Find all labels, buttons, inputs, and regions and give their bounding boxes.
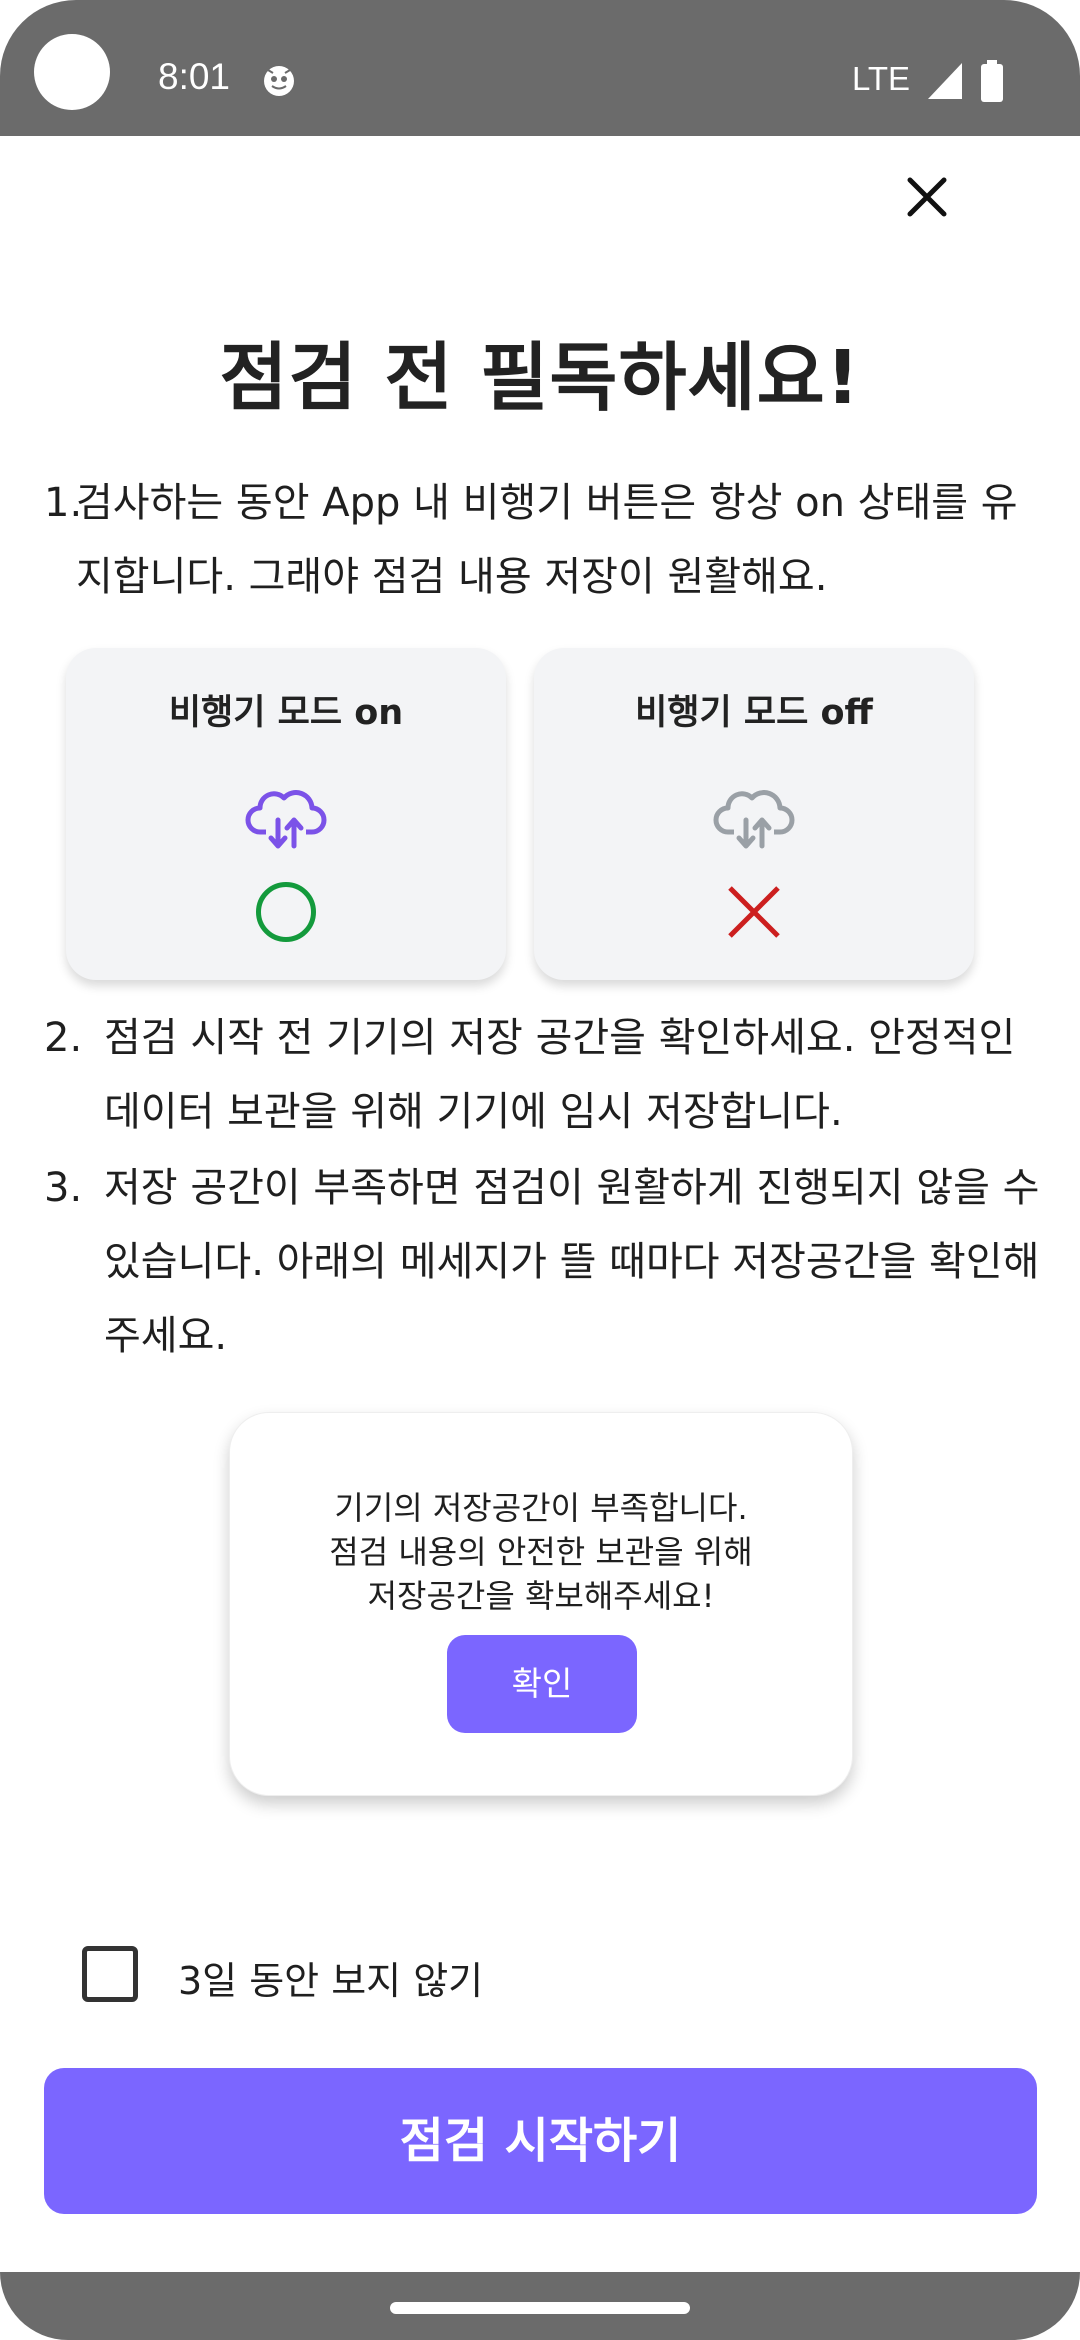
notice-text: 저장 공간이 부족하면 점검이 원활하게 진행되지 않을 수 있습니다. 아래의… <box>104 1165 1040 1359</box>
dialog-confirm-button[interactable]: 확인 <box>447 1635 637 1733</box>
home-indicator[interactable] <box>390 2302 690 2314</box>
cloud-sync-icon <box>713 790 795 849</box>
airplane-mode-on-card: 비행기 모드 on <box>66 648 506 980</box>
status-bar: 8:01 LTE <box>0 0 1080 136</box>
circle-check-icon <box>256 882 316 942</box>
page-title: 점검 전 필독하세요! <box>219 335 861 421</box>
dialog-message-line: 점검 내용의 안전한 보관을 위해 <box>329 1533 753 1571</box>
notice-text: 점검 시작 전 기기의 저장 공간을 확인하세요. 안정적인 데이터 보관을 위… <box>104 1015 1016 1135</box>
camera-cutout <box>34 34 110 110</box>
dont-show-label: 3일 동안 보지 않기 <box>178 1959 484 2003</box>
status-time: 8:01 <box>158 56 231 97</box>
close-icon[interactable] <box>900 170 954 224</box>
start-inspection-button[interactable]: 점검 시작하기 <box>44 2068 1037 2214</box>
notice-item-2: 2. 점검 시작 전 기기의 저장 공간을 확인하세요. 안정적인 데이터 보관… <box>44 1001 1044 1149</box>
sample-storage-warning-dialog: 기기의 저장공간이 부족합니다. 점검 내용의 안전한 보관을 위해 저장공간을… <box>229 1412 853 1796</box>
dont-show-3-days-option[interactable]: 3일 동안 보지 않기 <box>82 1944 682 2004</box>
notice-item-1: 1. 검사하는 동안 App 내 비행기 버튼은 항상 on 상태를 유지합니다… <box>44 466 1044 614</box>
notice-text: 검사하는 동안 App 내 비행기 버튼은 항상 on 상태를 유지합니다. 그… <box>76 480 1018 600</box>
cloud-sync-icon <box>245 790 327 849</box>
x-mark-icon <box>728 886 780 938</box>
airplane-mode-off-card: 비행기 모드 off <box>534 648 974 980</box>
notice-number: 1. <box>44 480 83 526</box>
notice-number: 2. <box>44 1015 83 1061</box>
card-title: 비행기 모드 on <box>168 693 404 733</box>
notice-number: 3. <box>44 1165 83 1211</box>
dialog-message-line: 기기의 저장공간이 부족합니다. <box>334 1489 748 1527</box>
card-title: 비행기 모드 off <box>635 693 873 733</box>
battery-icon <box>981 60 1003 102</box>
dialog-message-line: 저장공간을 확보해주세요! <box>367 1577 715 1615</box>
signal-icon <box>928 63 962 99</box>
app-notification-icon <box>264 66 294 96</box>
notice-item-3: 3. 저장 공간이 부족하면 점검이 원활하게 진행되지 않을 수 있습니다. … <box>44 1151 1044 1373</box>
navigation-bar <box>0 2272 1080 2340</box>
network-type: LTE <box>852 60 911 97</box>
dont-show-checkbox[interactable] <box>82 1946 138 2002</box>
